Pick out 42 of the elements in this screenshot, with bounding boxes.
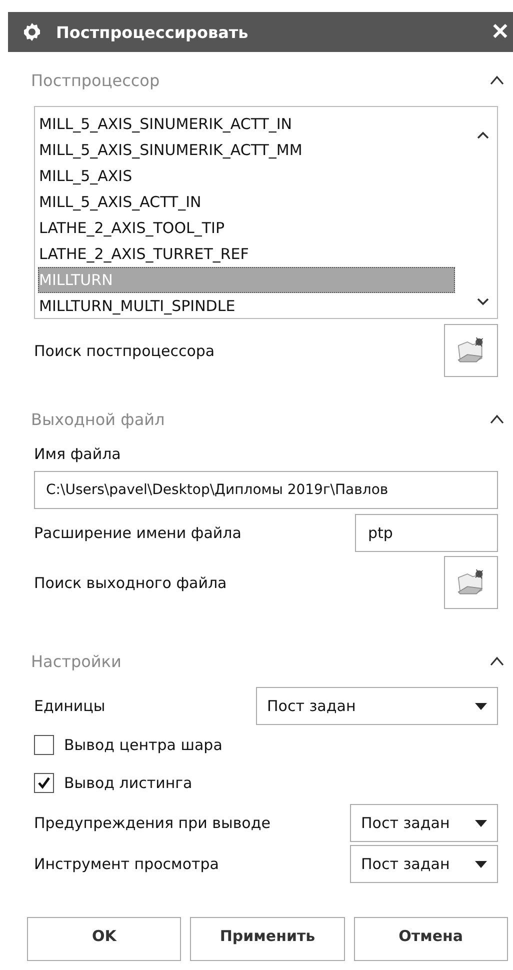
scroll-down-icon[interactable] [477, 298, 489, 306]
dropdown[interactable]: Пост задан [350, 804, 498, 842]
list-item[interactable]: MILL_5_AXIS [38, 163, 455, 189]
field-label: Поиск постпроцессора [34, 342, 215, 360]
section-title: Настройки [31, 652, 122, 670]
field-label: Имя файла [34, 445, 122, 463]
checkbox[interactable] [34, 735, 54, 755]
settings-icon [22, 22, 42, 42]
checkbox-label: Вывод листинга [64, 774, 192, 792]
list-item[interactable]: LATHE_2_AXIS_TOOL_TIP [38, 215, 455, 241]
list-item[interactable]: MILL_5_AXIS_SINUMERIK_ACTT_IN [38, 111, 455, 137]
dialog-button[interactable]: Применить [190, 917, 345, 961]
extension-field[interactable]: ptp [355, 514, 498, 552]
field-label: Единицы [34, 697, 106, 715]
file-name-field[interactable]: C:\Users\pavel\Desktop\Дипломы 2019г\Павлов [34, 471, 498, 509]
field-label: Поиск выходного файла [34, 574, 227, 592]
list-item[interactable]: LATHE_2_AXIS_TURRET_REF [38, 241, 455, 267]
window-title: Постпроцессировать [56, 22, 250, 42]
caret-icon [475, 820, 487, 826]
section-title: Выходной файл [31, 410, 165, 428]
close-button[interactable]: ✕ [491, 21, 513, 43]
list-item[interactable]: MILL_5_AXIS_ACTT_IN [38, 189, 455, 215]
field-label: Предупреждения при выводе [34, 814, 270, 832]
list-item[interactable]: MILLTURN_MULTI_SPINDLE [38, 293, 455, 319]
dialog-button[interactable]: OK [27, 917, 182, 961]
list-item[interactable]: MILL_5_AXIS_SINUMERIK_ACTT_MM [38, 137, 455, 163]
field-label: Расширение имени файла [34, 524, 242, 542]
browse-button[interactable] [444, 324, 498, 377]
field-label: Инструмент просмотра [34, 855, 219, 873]
scroll-up-icon[interactable] [477, 131, 489, 139]
dropdown[interactable]: Пост задан [350, 845, 498, 883]
dropdown[interactable]: Пост задан [256, 687, 498, 725]
checkbox-label: Вывод центра шара [64, 736, 222, 754]
collapse-icon[interactable] [490, 656, 504, 666]
caret-icon [475, 702, 487, 710]
caret-icon [475, 860, 487, 868]
section-title: Постпроцессор [31, 70, 160, 90]
collapse-icon[interactable] [490, 414, 504, 424]
dialog-button[interactable]: Отмена [354, 917, 508, 961]
collapse-icon[interactable] [490, 75, 504, 85]
checkbox[interactable] [34, 773, 54, 793]
browse-button[interactable] [444, 556, 498, 609]
